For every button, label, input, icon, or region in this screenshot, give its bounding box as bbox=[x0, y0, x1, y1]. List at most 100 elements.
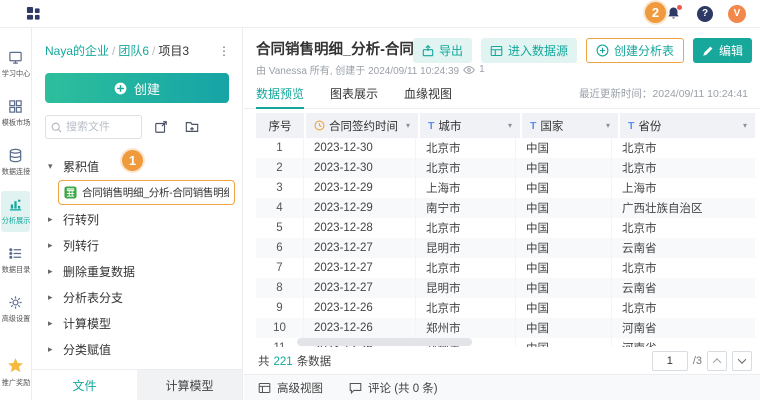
data-catalog-icon bbox=[8, 246, 23, 261]
tree-group-列转行[interactable]: ▸列转行 bbox=[48, 232, 238, 258]
breadcrumb-project: 项目3 bbox=[158, 42, 189, 59]
tab-calc-model[interactable]: 计算模型 bbox=[137, 370, 242, 400]
notification-dot bbox=[677, 5, 682, 10]
search-box[interactable] bbox=[45, 115, 142, 139]
advanced-view-button[interactable]: 高级视图 bbox=[258, 380, 323, 396]
user-avatar[interactable]: V bbox=[728, 5, 746, 23]
table-cell: 中国 bbox=[516, 298, 612, 318]
tree-group-分析表分支[interactable]: ▸分析表分支 bbox=[48, 284, 238, 310]
import-file-icon[interactable] bbox=[149, 115, 173, 139]
rail-item-learning-center[interactable]: 学习中心 bbox=[1, 44, 30, 85]
page-down-button[interactable] bbox=[732, 351, 752, 371]
table-cell: 北京市 bbox=[612, 218, 755, 238]
left-rail-items: 学习中心模板市场数据连接分析展示数据目录高级设置 bbox=[0, 44, 31, 338]
rail-item-analysis-display[interactable]: 分析展示 bbox=[1, 191, 30, 232]
column-dropdown-icon[interactable]: ▾ bbox=[606, 121, 610, 130]
search-input[interactable] bbox=[66, 121, 136, 133]
column-dropdown-icon[interactable]: ▾ bbox=[406, 121, 410, 130]
search-icon bbox=[51, 122, 62, 133]
pagination: /3 bbox=[652, 351, 752, 371]
main-tab-2[interactable]: 血缘视图 bbox=[404, 79, 452, 109]
table-cell: 北京市 bbox=[612, 258, 755, 278]
notifications-bell-icon[interactable] bbox=[666, 6, 682, 22]
rail-item-advanced-settings[interactable]: 高级设置 bbox=[1, 289, 30, 330]
status-bar: 高级视图 评论 (共 0 条) bbox=[244, 374, 760, 400]
breadcrumb-org[interactable]: Naya的企业 bbox=[45, 42, 109, 59]
horizontal-scrollbar[interactable] bbox=[297, 338, 472, 346]
comments-button[interactable]: 评论 (共 0 条) bbox=[349, 380, 438, 396]
tree-item-selected-analysis-table[interactable]: 合同销售明细_分析-合同销售明细 bbox=[58, 180, 235, 205]
table-cell: 9 bbox=[256, 298, 304, 318]
page-total-text: /3 bbox=[693, 355, 702, 367]
comment-icon bbox=[349, 382, 362, 394]
table-cell: 上海市 bbox=[612, 178, 755, 198]
advanced-view-icon bbox=[258, 382, 271, 394]
table-cell: 中国 bbox=[516, 318, 612, 338]
rail-item-label: 推广奖励 bbox=[1, 377, 30, 387]
app-logo-icon[interactable] bbox=[26, 6, 41, 21]
tree-group-累积值[interactable]: ▾累积值 bbox=[48, 153, 238, 179]
create-analysis-table-button[interactable]: 创建分析表 bbox=[586, 38, 684, 63]
table-cell: 北京市 bbox=[612, 158, 755, 178]
plus-circle-icon bbox=[596, 44, 609, 57]
main-tabs: 数据预览图表展示血缘视图 最近更新时间：2024/09/11 10:24:41 bbox=[244, 79, 760, 109]
main-tab-0[interactable]: 数据预览 bbox=[256, 79, 304, 109]
table-cell: 2 bbox=[256, 158, 304, 178]
star-icon bbox=[7, 357, 24, 374]
data-preview-table: 序号合同签约时间▾T城市▾T国家▾T省份▾ 12023-12-30北京市中国北京… bbox=[244, 109, 760, 347]
tree-group-分类赋值[interactable]: ▸分类赋值 bbox=[48, 336, 238, 362]
table-cell: 2023-12-26 bbox=[304, 298, 416, 318]
page-number-input[interactable] bbox=[652, 351, 688, 371]
more-options-icon[interactable]: ⋮ bbox=[214, 44, 234, 58]
text-field-icon: T bbox=[428, 120, 434, 132]
table-row: 42023-12-29南宁市中国广西壮族自治区 bbox=[256, 198, 755, 218]
table-row: 82023-12-27昆明市中国云南省 bbox=[256, 278, 755, 298]
column-dropdown-icon[interactable]: ▾ bbox=[508, 121, 512, 130]
page-up-button[interactable] bbox=[707, 351, 727, 371]
search-row bbox=[45, 115, 229, 139]
green-table-icon bbox=[64, 186, 77, 199]
enter-datasource-label: 进入数据源 bbox=[508, 42, 568, 59]
tree-group-计算模型[interactable]: ▸计算模型 bbox=[48, 310, 238, 336]
rail-item-template-market[interactable]: 模板市场 bbox=[1, 93, 30, 134]
breadcrumb-team[interactable]: 团队6 bbox=[118, 42, 149, 59]
column-header-4[interactable]: T省份▾ bbox=[620, 113, 755, 138]
chevron-right-icon: ▸ bbox=[48, 292, 56, 303]
main-tab-1[interactable]: 图表展示 bbox=[330, 79, 378, 109]
last-updated-text: 最近更新时间：2024/09/11 10:24:41 bbox=[579, 86, 748, 101]
create-button[interactable]: 创建 bbox=[45, 73, 229, 103]
column-dropdown-icon[interactable]: ▾ bbox=[743, 121, 747, 130]
pencil-icon bbox=[702, 45, 714, 57]
table-cell: 北京市 bbox=[612, 138, 755, 158]
new-folder-icon[interactable] bbox=[180, 115, 204, 139]
plus-circle-icon bbox=[114, 82, 127, 95]
tab-files[interactable]: 文件 bbox=[32, 370, 137, 400]
tree-group-label: 列转行 bbox=[63, 237, 99, 254]
action-buttons: 导出 进入数据源 创建分析表 bbox=[413, 38, 754, 63]
rail-item-promo-reward[interactable]: 推广奖励 bbox=[1, 351, 30, 394]
edit-button[interactable]: 编辑 bbox=[693, 38, 752, 63]
table-cell: 北京市 bbox=[416, 298, 516, 318]
table-cell: 昆明市 bbox=[416, 278, 516, 298]
tree-group-删除重复数据[interactable]: ▸删除重复数据 bbox=[48, 258, 238, 284]
enter-datasource-button[interactable]: 进入数据源 bbox=[481, 38, 577, 63]
table-row: 102023-12-26郑州市中国河南省 bbox=[256, 318, 755, 338]
column-header-3[interactable]: T国家▾ bbox=[522, 113, 618, 138]
sidebar: Naya的企业 / 团队6 / 项目3 ⋮ 创建 bbox=[32, 28, 243, 400]
breadcrumb: Naya的企业 / 团队6 / 项目3 ⋮ bbox=[32, 28, 242, 65]
column-header-1[interactable]: 合同签约时间▾ bbox=[306, 113, 418, 138]
rail-item-data-connection[interactable]: 数据连接 bbox=[1, 142, 30, 183]
column-header-label: 国家 bbox=[540, 118, 563, 134]
chevron-right-icon: ▸ bbox=[48, 266, 56, 277]
tree-group-label: 分类赋值 bbox=[63, 341, 111, 358]
column-header-label: 城市 bbox=[438, 118, 461, 134]
export-button-label: 导出 bbox=[439, 42, 463, 59]
export-button[interactable]: 导出 bbox=[413, 38, 472, 63]
breadcrumb-separator: / bbox=[112, 44, 115, 58]
help-icon[interactable]: ? bbox=[697, 6, 713, 22]
tree-group-行转列[interactable]: ▸行转列 bbox=[48, 206, 238, 232]
table-row: 32023-12-29上海市中国上海市 bbox=[256, 178, 755, 198]
column-header-2[interactable]: T 城市 ▾ bbox=[420, 113, 520, 138]
table-cell: 中国 bbox=[516, 198, 612, 218]
rail-item-data-catalog[interactable]: 数据目录 bbox=[1, 240, 30, 281]
